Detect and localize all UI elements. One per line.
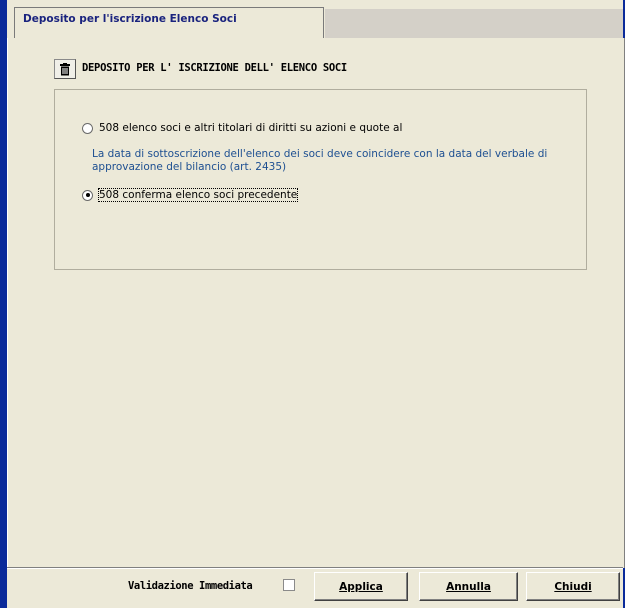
- delete-button[interactable]: [54, 59, 76, 79]
- apply-button[interactable]: Applica: [314, 572, 408, 601]
- apply-button-label: Applica: [339, 580, 383, 593]
- trash-icon: [60, 62, 70, 75]
- options-group: [54, 89, 587, 270]
- radio-elenco-soci[interactable]: [82, 122, 93, 134]
- close-button-label: Chiudi: [554, 580, 592, 593]
- validation-checkbox[interactable]: [283, 579, 295, 591]
- option-conferma-elenco-label: 508 conferma elenco soci precedente: [97, 188, 299, 202]
- cancel-button[interactable]: Annulla: [419, 572, 518, 601]
- tab-strip-background: [325, 9, 623, 39]
- section-title: DEPOSITO PER L' ISCRIZIONE DELL' ELENCO …: [82, 62, 347, 74]
- option-conferma-elenco[interactable]: 508 conferma elenco soci precedente: [82, 188, 299, 202]
- option-elenco-soci[interactable]: 508 elenco soci e altri titolari di diri…: [82, 122, 402, 134]
- radio-conferma-elenco[interactable]: [82, 189, 93, 201]
- tab-label: Deposito per l'iscrizione Elenco Soci: [23, 13, 237, 25]
- close-button[interactable]: Chiudi: [526, 572, 620, 601]
- validation-label: Validazione Immediata: [128, 580, 253, 592]
- info-text: La data di sottoscrizione dell'elenco de…: [92, 148, 548, 173]
- option-elenco-soci-label: 508 elenco soci e altri titolari di diri…: [99, 122, 403, 134]
- window-left-border: [0, 0, 7, 608]
- cancel-button-label: Annulla: [446, 580, 491, 593]
